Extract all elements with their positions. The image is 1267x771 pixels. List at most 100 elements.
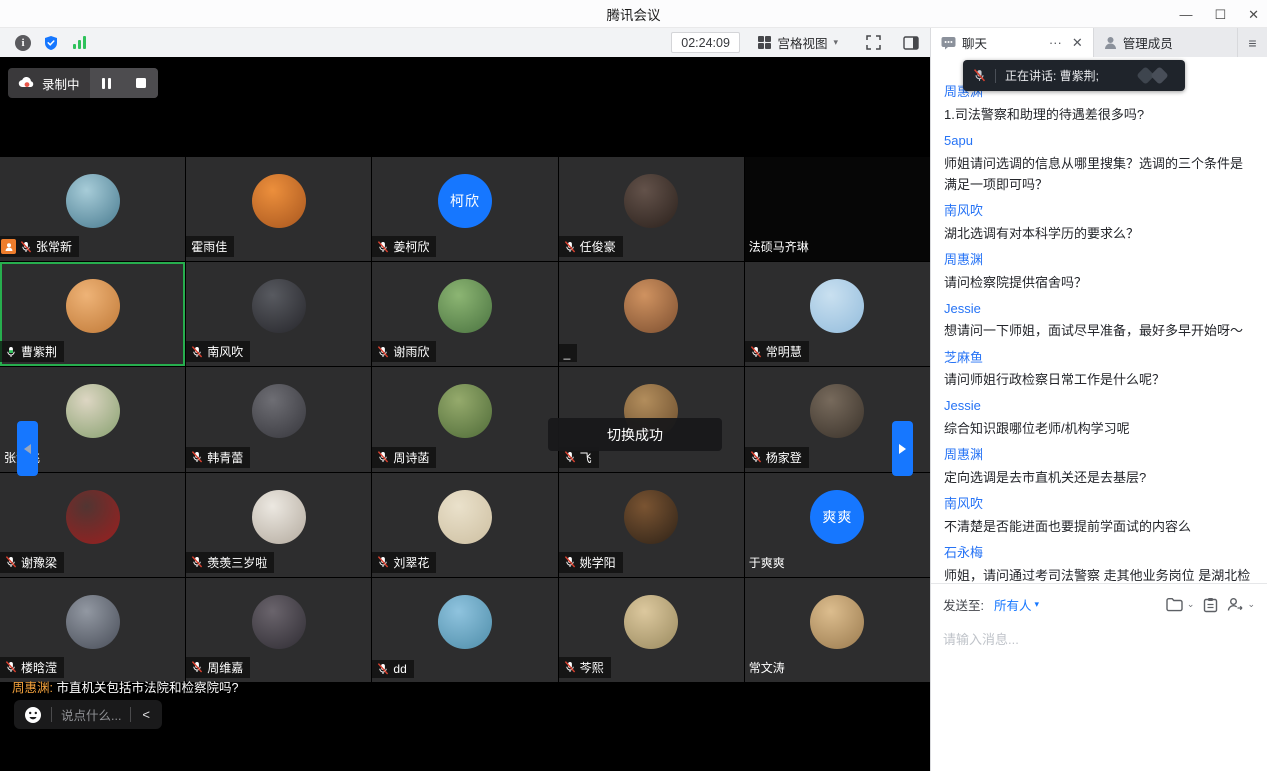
- stop-recording-button[interactable]: [124, 68, 158, 98]
- host-badge-icon: [1, 239, 16, 254]
- avatar: [252, 384, 306, 438]
- participant-namebar: 韩青蕾: [186, 447, 250, 468]
- participant-tile[interactable]: 曹紫荆: [0, 262, 185, 366]
- mic-muted-icon: [750, 451, 762, 463]
- send-to-select[interactable]: 所有人: [994, 595, 1032, 614]
- participant-namebar: 霍雨佳: [186, 236, 234, 257]
- message-sender[interactable]: 5apu: [944, 132, 1254, 151]
- video-grid: 张常新: [0, 157, 930, 682]
- participant-name: _: [564, 346, 571, 360]
- collapse-quickbar-button[interactable]: <: [140, 707, 152, 722]
- meeting-info-icon[interactable]: i: [12, 32, 34, 54]
- participant-tile[interactable]: 常文涛: [745, 578, 930, 682]
- participant-namebar: 于爽爽: [745, 552, 792, 573]
- security-shield-icon[interactable]: [40, 32, 62, 54]
- message-sender[interactable]: 南风吹: [944, 495, 1254, 514]
- participant-tile[interactable]: 柯欣 姜柯欣: [372, 157, 557, 261]
- participant-tile[interactable]: 南风吹: [186, 262, 371, 366]
- avatar: [624, 174, 678, 228]
- message-input[interactable]: 请输入消息...: [943, 629, 1255, 648]
- chat-more-button[interactable]: ···: [1049, 35, 1062, 50]
- mic-muted-icon: [377, 241, 389, 253]
- chat-close-button[interactable]: ✕: [1072, 35, 1083, 51]
- participant-tile[interactable]: dd: [372, 578, 557, 682]
- participant-namebar: 芩熙: [559, 657, 611, 678]
- pause-recording-button[interactable]: [90, 68, 124, 98]
- message-sender[interactable]: 周惠渊: [944, 251, 1254, 270]
- meeting-toolbar: i 02:24:09 宫格视图 ▾: [0, 28, 930, 57]
- message-text: 1.司法警察和助理的待遇差很多吗?: [944, 104, 1254, 125]
- avatar: [66, 490, 120, 544]
- mic-muted-icon: [377, 346, 389, 358]
- grid-view-icon: [758, 36, 772, 50]
- emoji-icon[interactable]: [24, 706, 42, 724]
- participant-tile[interactable]: 韩青蕾: [186, 367, 371, 471]
- private-chat-icon[interactable]: [1227, 597, 1243, 612]
- folder-icon[interactable]: [1166, 597, 1183, 612]
- message-sender[interactable]: 南风吹: [944, 202, 1254, 221]
- mic-muted-icon: [377, 556, 389, 568]
- message-sender[interactable]: 芝麻鱼: [944, 349, 1254, 368]
- participant-tile[interactable]: 任俊豪: [559, 157, 744, 261]
- participant-name: 南风吹: [207, 343, 243, 360]
- close-button[interactable]: ✕: [1248, 8, 1259, 21]
- mic-muted-icon: [5, 661, 17, 673]
- maximize-button[interactable]: ☐: [1214, 8, 1226, 21]
- avatar: [438, 490, 492, 544]
- fullscreen-button[interactable]: [862, 32, 884, 54]
- participant-tile[interactable]: 周维嘉: [186, 578, 371, 682]
- participant-name: 常文涛: [749, 659, 785, 676]
- participant-tile[interactable]: 周诗菡: [372, 367, 557, 471]
- mic-on-icon: [5, 346, 17, 358]
- participant-tile[interactable]: 法硕马齐琳: [745, 157, 930, 261]
- network-signal-icon[interactable]: [68, 32, 90, 54]
- quick-chat-input[interactable]: 说点什么...: [61, 705, 121, 724]
- chevron-down-icon[interactable]: ⌄: [1187, 599, 1195, 610]
- view-mode-button[interactable]: 宫格视图 ▾: [750, 30, 846, 55]
- prev-page-arrow[interactable]: [17, 421, 38, 476]
- app-window: 腾讯会议 — ☐ ✕ i 02:24:09 宫格视图: [0, 0, 1267, 771]
- participant-tile[interactable]: 常明慧: [745, 262, 930, 366]
- next-page-arrow[interactable]: [892, 421, 913, 476]
- participant-name: 周诗菡: [393, 449, 429, 466]
- participant-namebar: 谢豫梁: [0, 552, 64, 573]
- avatar: [810, 595, 864, 649]
- announcement-icon[interactable]: [1203, 597, 1218, 613]
- message-sender[interactable]: Jessie: [944, 397, 1254, 416]
- message-sender[interactable]: 周惠渊: [944, 446, 1254, 465]
- chat-composer: 发送至: 所有人 ▾ ⌄: [931, 583, 1267, 771]
- participant-name: 飞: [580, 449, 592, 466]
- participant-tile[interactable]: 霍雨佳: [186, 157, 371, 261]
- chat-message: 5apu 师姐请问选调的信息从哪里搜集？选调的三个条件是满足一项即可吗？: [944, 132, 1254, 195]
- message-text: 定向选调是去市直机关还是去基层?: [944, 467, 1254, 488]
- participant-name: 芩熙: [580, 659, 604, 676]
- participant-tile[interactable]: 楼晗滢: [0, 578, 185, 682]
- title-bar: 腾讯会议 — ☐ ✕: [0, 0, 1267, 28]
- minimize-button[interactable]: —: [1179, 8, 1192, 21]
- participant-tile[interactable]: 姚学阳: [559, 473, 744, 577]
- tab-chat[interactable]: 聊天 ··· ✕: [931, 28, 1093, 57]
- send-to-label: 发送至:: [943, 595, 984, 614]
- avatar: [66, 174, 120, 228]
- participant-namebar: 谢雨欣: [372, 341, 436, 362]
- chat-message-list[interactable]: 10:52 周惠渊 1.司法警察和助理的待遇差很多吗? 5apu 师姐请问选调的…: [931, 57, 1267, 583]
- participant-name: 刘翠花: [393, 554, 429, 571]
- participant-tile[interactable]: 羡羡三岁啦: [186, 473, 371, 577]
- message-sender[interactable]: Jessie: [944, 300, 1254, 319]
- participant-tile[interactable]: 谢豫梁: [0, 473, 185, 577]
- participant-tile[interactable]: 爽爽 于爽爽: [745, 473, 930, 577]
- message-text: 师姐，请问通过考司法警察 走其他业务岗位 是湖北检察院体系惯例吗: [944, 565, 1254, 583]
- participant-tile[interactable]: 张常新: [0, 157, 185, 261]
- participant-tile[interactable]: 谢雨欣: [372, 262, 557, 366]
- participant-tile[interactable]: _: [559, 262, 744, 366]
- chevron-down-icon[interactable]: ⌄: [1247, 599, 1255, 610]
- panel-menu-button[interactable]: ≡: [1237, 28, 1267, 57]
- participant-tile[interactable]: 刘翠花: [372, 473, 557, 577]
- participant-tile[interactable]: 芩熙: [559, 578, 744, 682]
- message-sender[interactable]: 石永梅: [944, 544, 1254, 563]
- tab-manage-members[interactable]: 管理成员: [1093, 28, 1237, 57]
- mic-muted-icon: [191, 661, 203, 673]
- participant-name: 法硕马齐琳: [749, 238, 809, 255]
- watermark-logo: [1135, 66, 1175, 86]
- sidebar-toggle-button[interactable]: [900, 32, 922, 54]
